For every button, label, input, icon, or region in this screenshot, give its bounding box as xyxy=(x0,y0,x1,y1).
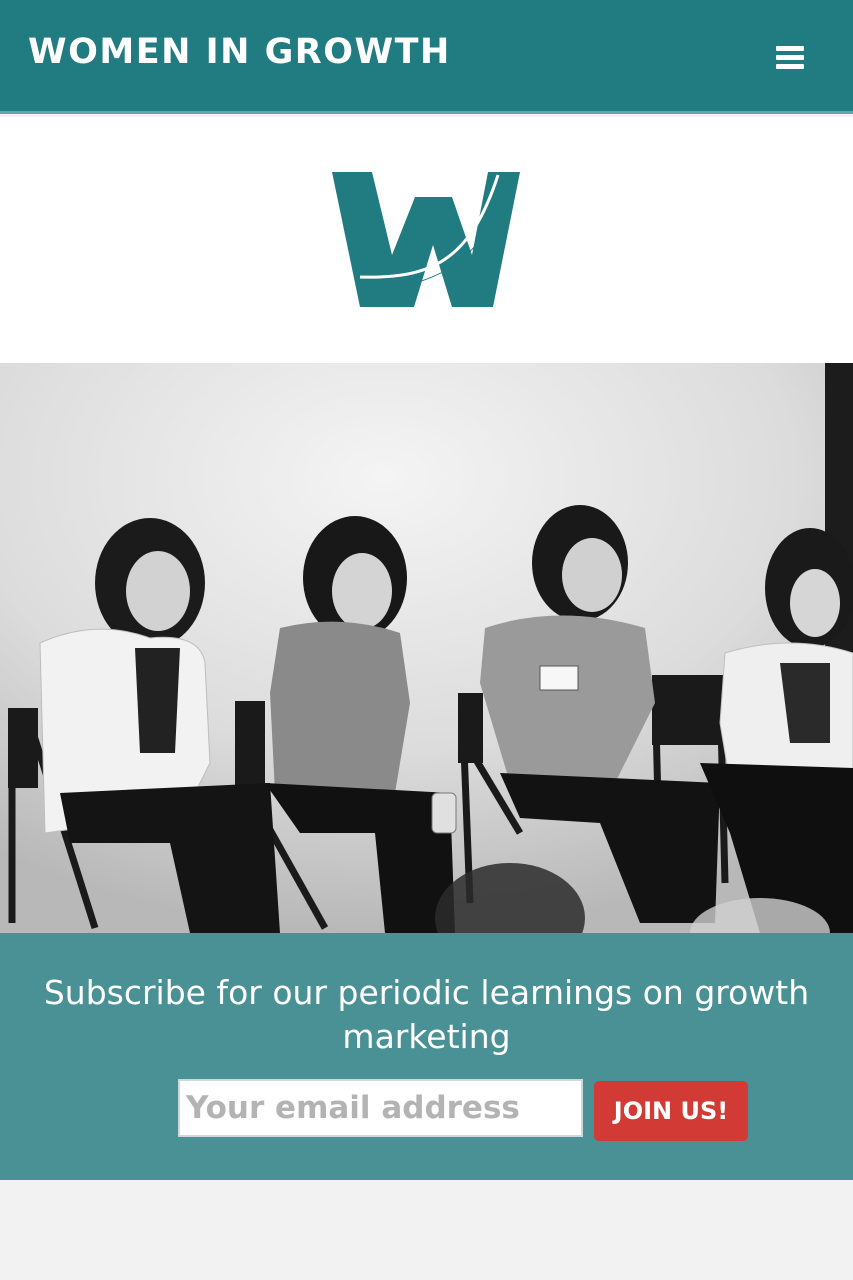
logo-section xyxy=(0,117,853,363)
subscribe-heading: Subscribe for our periodic learnings on … xyxy=(43,973,810,1056)
hero-photo xyxy=(0,363,853,933)
email-input[interactable] xyxy=(178,1079,583,1137)
subscribe-section: Subscribe for our periodic learnings on … xyxy=(0,933,853,1180)
site-brand[interactable]: WOMEN IN GROWTH xyxy=(28,30,451,74)
site-header: WOMEN IN GROWTH xyxy=(0,0,853,114)
page-footer-area xyxy=(0,1180,853,1280)
w-logo-icon xyxy=(332,172,520,307)
join-us-button[interactable]: JOIN US! xyxy=(594,1081,748,1141)
hamburger-menu-icon[interactable] xyxy=(768,40,812,76)
